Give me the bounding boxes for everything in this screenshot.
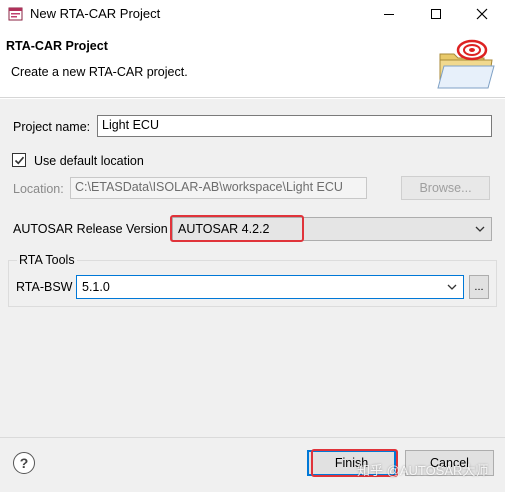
use-default-location-checkbox[interactable]: [12, 153, 26, 167]
project-name-input[interactable]: Light ECU: [97, 115, 492, 137]
page-description: Create a new RTA-CAR project.: [11, 65, 188, 79]
rta-bsw-value: 5.1.0: [82, 280, 110, 294]
checkmark-icon: [14, 156, 24, 164]
cancel-button[interactable]: Cancel: [405, 450, 494, 476]
project-name-label: Project name:: [13, 120, 91, 134]
finish-highlight: [311, 449, 398, 477]
wizard-footer: ? Finish Cancel 知乎 @AUTOSAR大师: [0, 437, 505, 492]
folder-with-target-icon: [434, 38, 496, 94]
maximize-icon: [431, 9, 441, 19]
rta-bsw-label: RTA-BSW: [16, 280, 73, 294]
rta-bsw-more-button[interactable]: ...: [469, 275, 489, 299]
chevron-down-icon: [473, 221, 487, 237]
use-default-location-label: Use default location: [34, 154, 144, 168]
wizard-header: RTA-CAR Project Create a new RTA-CAR pro…: [0, 28, 505, 98]
rta-bsw-select[interactable]: 5.1.0: [76, 275, 464, 299]
close-button[interactable]: [459, 0, 505, 28]
browse-button[interactable]: Browse...: [401, 176, 490, 200]
page-title: RTA-CAR Project: [6, 39, 108, 53]
chevron-down-icon: [445, 279, 459, 295]
close-icon: [476, 8, 488, 20]
maximize-button[interactable]: [413, 0, 459, 28]
autosar-version-highlight: [170, 215, 304, 242]
location-label: Location:: [13, 182, 64, 196]
autosar-release-label: AUTOSAR Release Version: [13, 222, 168, 236]
minimize-icon: [384, 13, 394, 15]
window-title: New RTA-CAR Project: [30, 6, 161, 21]
rta-tools-group-title: RTA Tools: [17, 253, 77, 267]
wizard-body: Project name: Light ECU Use default loca…: [0, 99, 505, 437]
location-input[interactable]: C:\ETASData\ISOLAR-AB\workspace\Light EC…: [70, 177, 367, 199]
title-bar: New RTA-CAR Project: [0, 0, 505, 28]
help-icon[interactable]: ?: [13, 452, 35, 474]
wizard-app-icon: [8, 6, 24, 22]
minimize-button[interactable]: [366, 0, 412, 28]
